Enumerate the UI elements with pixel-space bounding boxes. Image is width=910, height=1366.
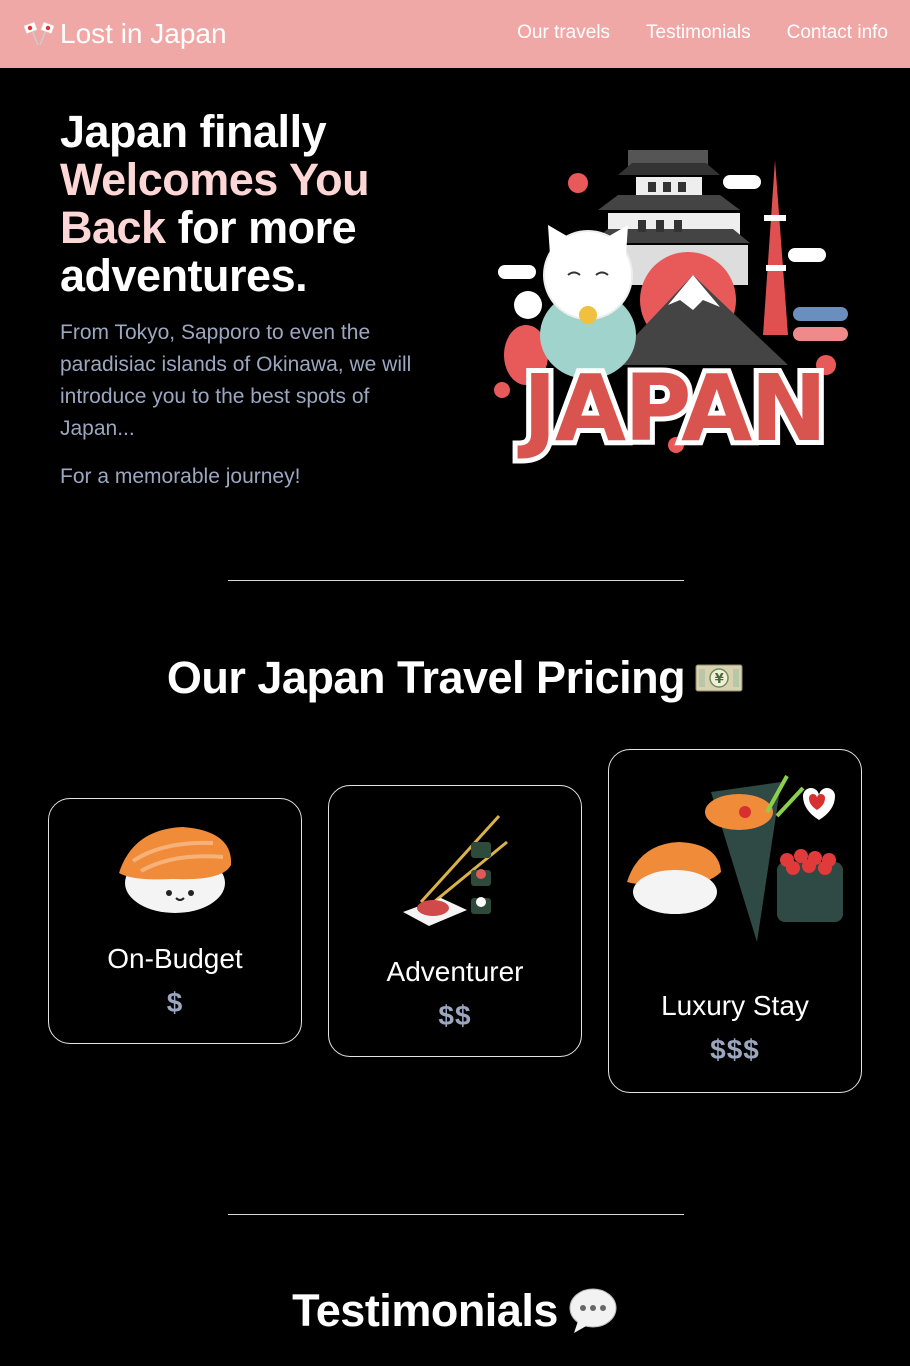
hero-tagline: For a memorable journey! (60, 465, 301, 488)
pricing-card-luxury-stay[interactable]: Luxury Stay $$$ (608, 749, 862, 1093)
card-price: $ (166, 987, 184, 1018)
nav-link-testimonials[interactable]: Testimonials (646, 22, 751, 44)
svg-text:¥: ¥ (715, 672, 724, 687)
nav-link-contact-info[interactable]: Contact info (787, 22, 888, 44)
card-price: $$ (438, 1000, 472, 1031)
carp-streamer-icon (793, 307, 848, 341)
yen-banknote-icon: ¥ (695, 664, 743, 692)
section-divider (228, 580, 684, 581)
nav-link-our-travels[interactable]: Our travels (517, 22, 610, 44)
hero-title: Japan finally Welcomes You Back for more… (60, 108, 440, 300)
japan-lettering: JAPAN (517, 355, 826, 462)
tokyo-tower-icon (763, 160, 788, 335)
hero-description: From Tokyo, Sapporo to even the paradisi… (60, 321, 412, 440)
card-title: Adventurer (386, 956, 524, 987)
card-price: $$$ (710, 1034, 760, 1065)
crossed-flags-icon (24, 21, 54, 46)
japan-illustration: JAPAN (494, 150, 848, 467)
card-title: Luxury Stay (661, 990, 809, 1021)
sushi-trio-icon (627, 775, 843, 942)
hero-title-part1: Japan finally (60, 106, 327, 157)
pricing-section-title: Our Japan Travel Pricing ¥ (0, 652, 910, 704)
sushi-chopsticks-icon (403, 814, 508, 926)
card-title: On-Budget (107, 943, 243, 974)
nav-links: Our travels Testimonials Contact info (517, 22, 888, 44)
pricing-card-on-budget[interactable]: On-Budget $ (48, 798, 302, 1044)
salmon-nigiri-icon (119, 827, 232, 913)
speech-bubble-icon (569, 1288, 617, 1333)
top-navbar: Lost in Japan Our travels Testimonials C… (0, 0, 910, 68)
brand-name: Lost in Japan (60, 18, 227, 49)
testimonials-section-title: Testimonials (0, 1284, 910, 1338)
brand-link[interactable]: Lost in Japan (24, 17, 227, 51)
testimonials-title-text: Testimonials (292, 1285, 558, 1336)
pricing-card-adventurer[interactable]: Adventurer $$ (328, 785, 582, 1057)
section-divider (228, 1214, 684, 1215)
pricing-title-text: Our Japan Travel Pricing (166, 652, 686, 703)
